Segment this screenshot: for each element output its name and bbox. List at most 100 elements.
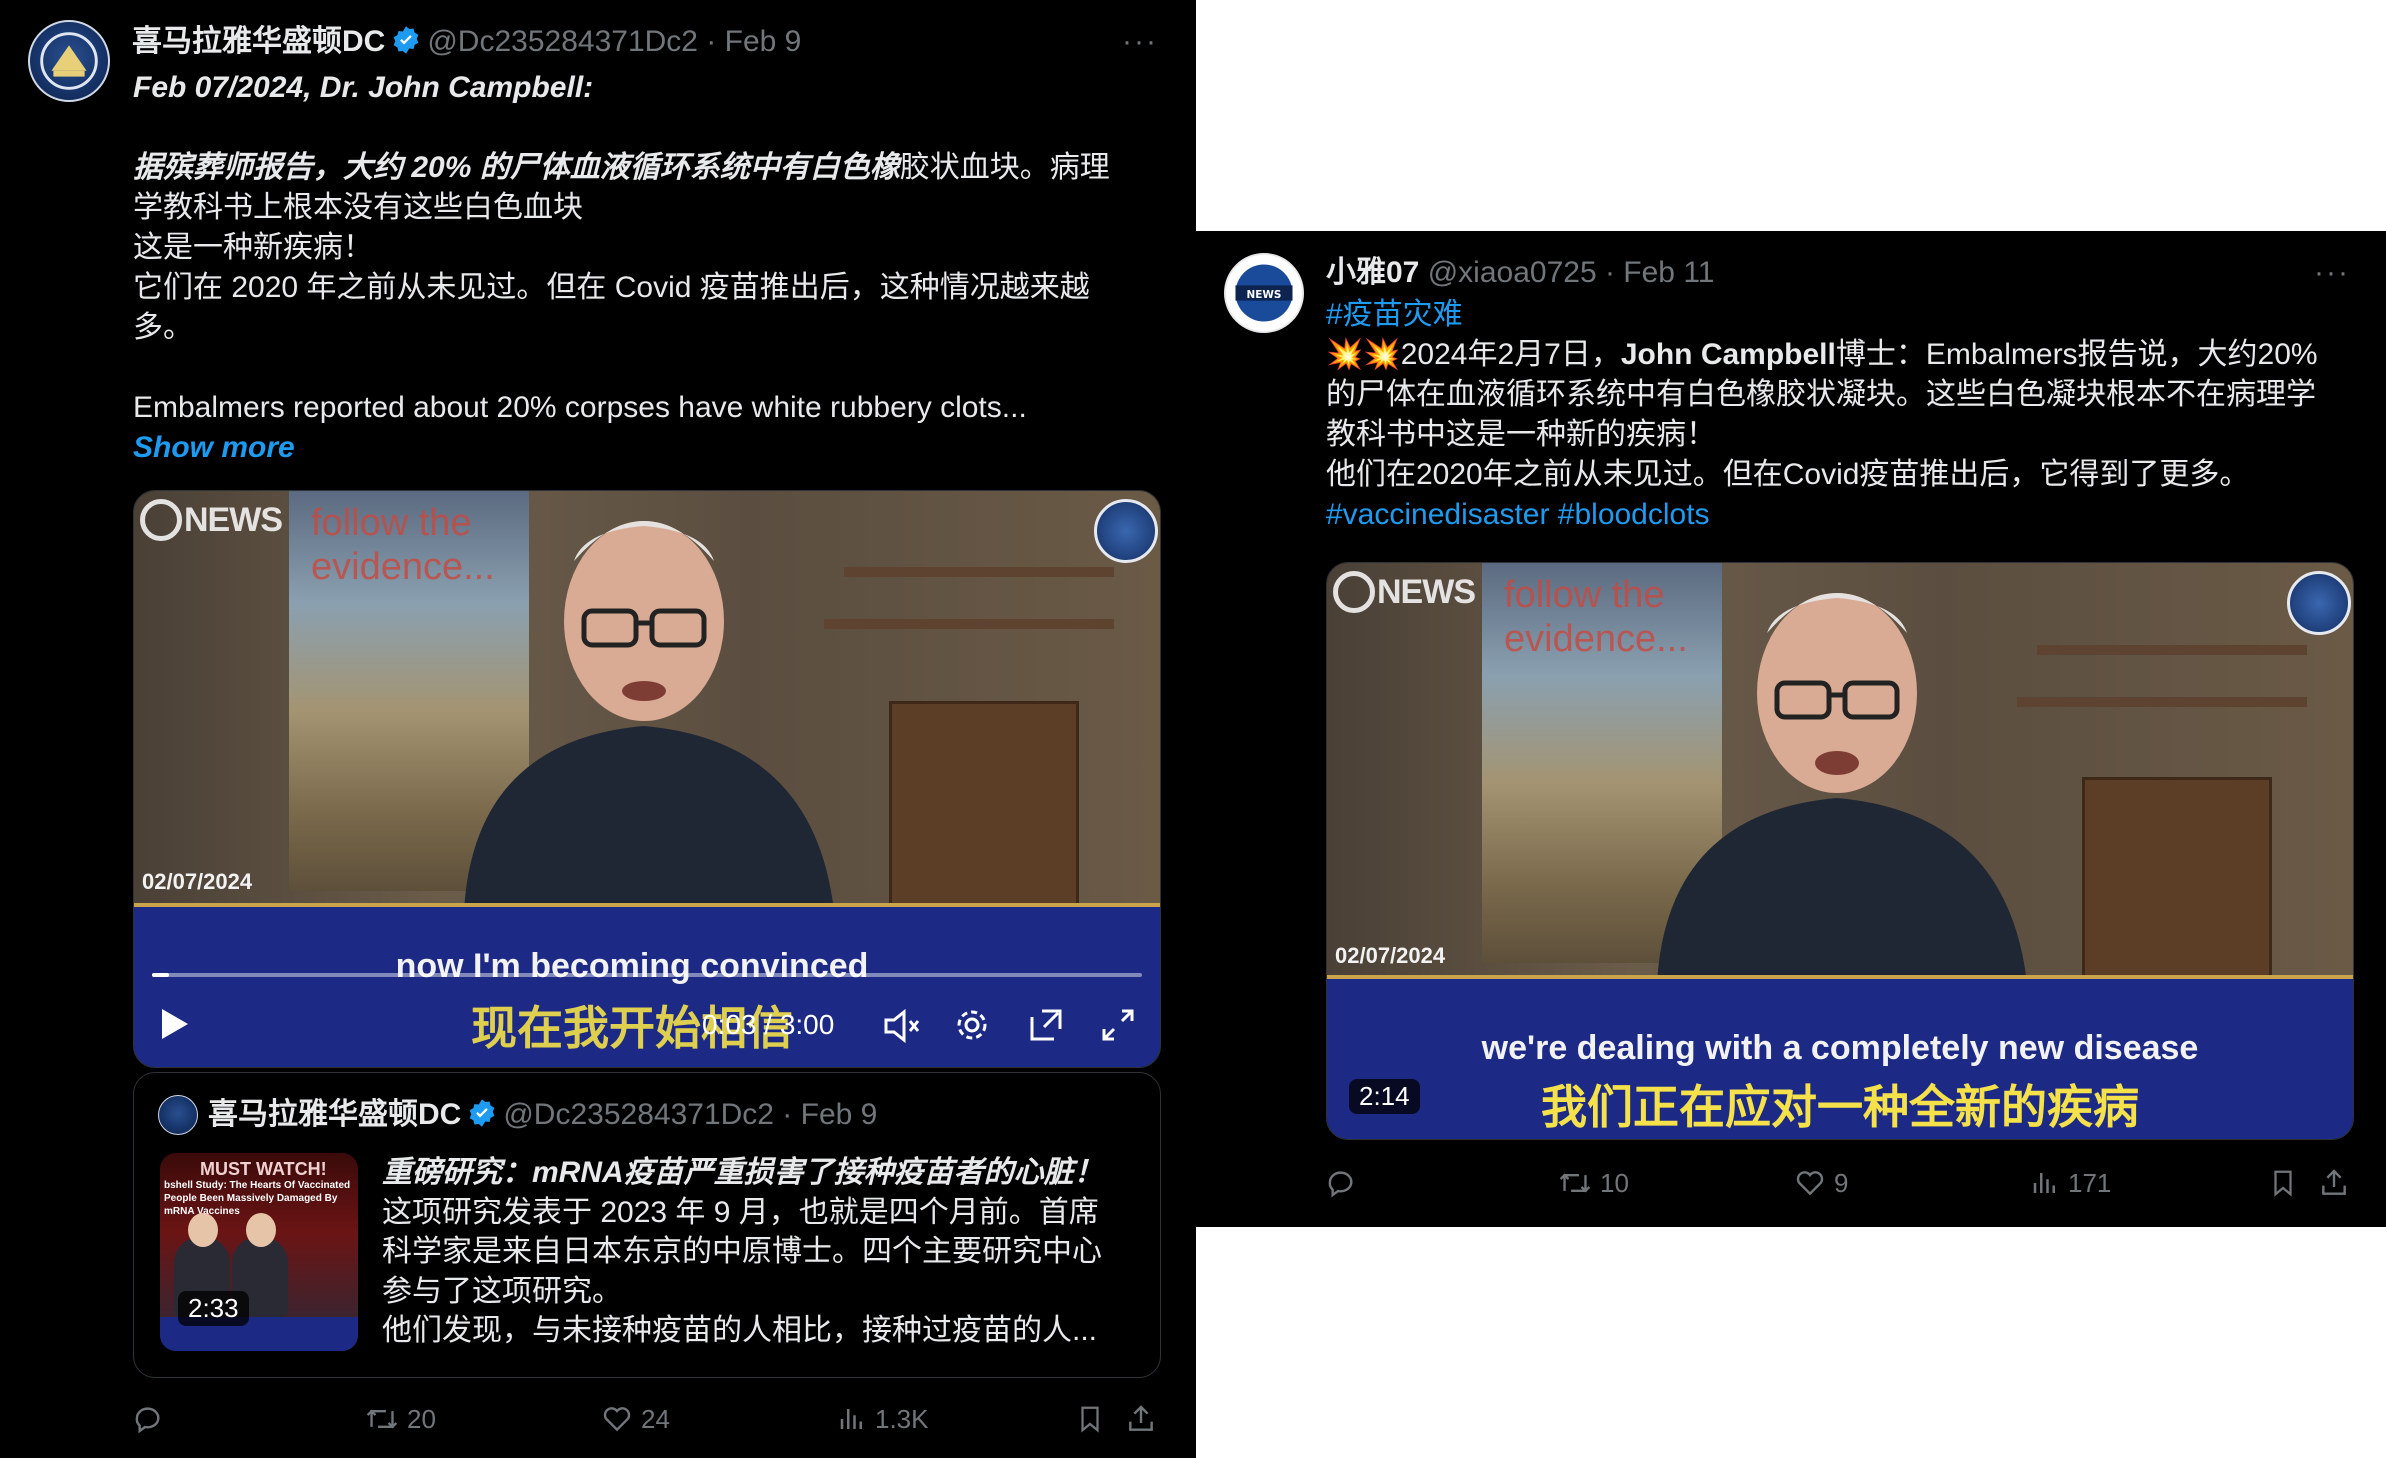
share-button[interactable] — [2318, 1167, 2350, 1199]
retweet-icon — [1559, 1173, 1591, 1193]
quoted-line: 这项研究发表于 2023 年 9 月，也就是四个月前。首席 — [382, 1195, 1099, 1229]
gnews-brand: NEWS — [184, 501, 283, 539]
share-icon — [1129, 1405, 1153, 1431]
bookmark-button[interactable] — [1075, 1403, 1105, 1435]
cabinet — [2082, 777, 2272, 987]
settings-icon[interactable] — [954, 1007, 990, 1050]
views-count: 1.3K — [875, 1403, 929, 1434]
reply-button[interactable] — [1326, 1167, 1366, 1199]
tweet-line: 的尸体在血液循环系统中有白色橡胶状凝块。这些白色凝块根本不在病理学 — [1326, 378, 2316, 411]
gnews-logo: NEWS — [140, 499, 283, 541]
video-controls: 0:03 / 3:00 — [134, 959, 1160, 1067]
video-time: 0:03 / 3:00 — [702, 1009, 835, 1040]
right-tweet[interactable]: NEWS 小雅07 @xiaoa0725 · Feb 11 ··· #疫苗灾难 … — [1196, 231, 2386, 1227]
subtitle-english: we're dealing with a completely new dise… — [1481, 1029, 2199, 1067]
verified-badge-icon — [391, 25, 421, 64]
tweet-line-bold: John Campbell — [1620, 338, 1836, 371]
bookmark-icon — [1081, 1406, 1099, 1433]
retweet-count: 10 — [1600, 1167, 1629, 1198]
tweet-line: 据殡葬师报告，大约 20% 的尸体血液循环系统中有白色橡胶状血块。病理 — [133, 148, 1153, 188]
views-button[interactable]: 1.3K — [837, 1403, 929, 1435]
tweet-line: Embalmers reported about 20% corpses hav… — [133, 391, 1027, 424]
quoted-line: 他们发现，与未接种疫苗的人相比，接种过疫苗的人... — [382, 1314, 1098, 1347]
mute-icon[interactable] — [882, 1008, 922, 1050]
quoted-author-name: 喜马拉雅华盛顿DC — [208, 1098, 462, 1131]
author-avatar[interactable]: NEWS — [1224, 253, 1304, 333]
channel-watermark-icon — [1094, 499, 1158, 563]
like-button[interactable]: 9 — [1794, 1167, 1848, 1199]
video-duration: 2:14 — [1349, 1079, 1420, 1114]
hashtag-links[interactable]: #vaccinedisaster #bloodclots — [1326, 498, 1710, 531]
thumb-title: MUST WATCH! — [200, 1159, 327, 1179]
tweet-text: Feb 07/2024, Dr. John Campbell: 据殡葬师报告，大… — [133, 68, 1153, 468]
bookmark-icon — [2274, 1170, 2292, 1197]
thumb-duration: 2:33 — [178, 1291, 249, 1326]
action-bar: 20 24 1.3K — [133, 1403, 1173, 1443]
tweet-line: Feb 07/2024, Dr. John Campbell: — [133, 71, 594, 104]
progress-fill — [152, 973, 169, 977]
left-tweet[interactable]: 喜马拉雅华盛顿DC @Dc235284371Dc2 · Feb 9 ··· Feb… — [0, 0, 1196, 1458]
share-icon — [2322, 1169, 2346, 1195]
video-date: 02/07/2024 — [142, 869, 253, 894]
tweet-line-plain: 胶状血块。病理 — [899, 151, 1110, 184]
shelf — [844, 567, 1114, 577]
heart-icon — [603, 1407, 631, 1432]
quoted-tweet[interactable]: 喜马拉雅华盛顿DC @Dc235284371Dc2 · Feb 9 MUST WA… — [133, 1072, 1161, 1378]
quoted-line: 科学家是来自日本东京的中原博士。四个主要研究中心 — [382, 1235, 1102, 1268]
handle-and-date[interactable]: @xiaoa0725 · Feb 11 — [1428, 256, 1715, 289]
views-count: 171 — [2068, 1167, 2112, 1198]
handle-and-date[interactable]: @Dc235284371Dc2 · Feb 9 — [427, 25, 801, 58]
quoted-handle-and-date: @Dc235284371Dc2 · Feb 9 — [503, 1098, 878, 1131]
quoted-line: 重磅研究：mRNA疫苗严重损害了接种疫苗者的心脏！ — [382, 1156, 1104, 1189]
tweet-line: 这是一种新疾病！ — [133, 231, 373, 264]
shelf — [824, 619, 1114, 629]
author-name[interactable]: 小雅07 — [1326, 256, 1419, 289]
tweet-line-blank — [133, 348, 1153, 388]
bookmark-button[interactable] — [2268, 1167, 2298, 1199]
video-date: 02/07/2024 — [1335, 943, 1446, 968]
reply-icon — [135, 1407, 160, 1434]
caption-band: we're dealing with a completely new dise… — [1327, 979, 2353, 1139]
play-icon[interactable] — [160, 1007, 190, 1048]
author-name[interactable]: 喜马拉雅华盛顿DC — [132, 25, 385, 58]
tweet-line: 博士：Embalmers报告说，大约20% — [1835, 338, 2318, 371]
share-button[interactable] — [1125, 1403, 1157, 1435]
tweet-text: #疫苗灾难 💥💥2024年2月7日，John Campbell博士：Embalm… — [1326, 295, 2366, 535]
more-options-icon[interactable]: ··· — [2314, 258, 2350, 288]
author-avatar[interactable] — [28, 20, 110, 102]
retweet-button[interactable]: 20 — [365, 1403, 436, 1435]
video-frame: follow the evidence... NEWS 02/07/2024 — [1327, 563, 2353, 987]
quoted-text: 重磅研究：mRNA疫苗严重损害了接种疫苗者的心脏！ 这项研究发表于 2023 年… — [382, 1153, 1142, 1351]
emoji: 💥💥 — [1326, 338, 1401, 371]
quoted-video-thumbnail[interactable]: MUST WATCH! bshell Study: The Hearts Of … — [160, 1153, 358, 1351]
views-icon — [840, 1409, 862, 1429]
tweet-line: 他们在2020年之前从未见过。但在Covid疫苗推出后，它得到了更多。 — [1326, 458, 2250, 491]
like-count: 24 — [641, 1403, 670, 1434]
retweet-count: 20 — [407, 1403, 436, 1434]
svg-text:NEWS: NEWS — [1247, 289, 1282, 301]
fullscreen-icon[interactable] — [1100, 1007, 1136, 1050]
like-button[interactable]: 24 — [601, 1403, 670, 1435]
verified-badge-icon — [467, 1098, 497, 1137]
tweet-line: 学教科书上根本没有这些白色血块 — [133, 191, 583, 224]
retweet-icon — [366, 1409, 398, 1429]
reply-button[interactable] — [133, 1403, 173, 1435]
speaker — [1627, 563, 2047, 983]
tweet-line: 多。 — [133, 311, 193, 344]
video-player[interactable]: follow the evidence... NEWS 02/07/2024 n… — [133, 490, 1161, 1068]
gnews-logo: NEWS — [1333, 571, 1476, 613]
gnews-brand: NEWS — [1377, 573, 1476, 611]
tweet-header: 小雅07 @xiaoa0725 · Feb 11 — [1326, 255, 1714, 291]
quoted-header: 喜马拉雅华盛顿DC @Dc235284371Dc2 · Feb 9 — [208, 1097, 877, 1137]
video-player[interactable]: follow the evidence... NEWS 02/07/2024 w… — [1326, 562, 2354, 1140]
retweet-button[interactable]: 10 — [1558, 1167, 1629, 1199]
quoted-line: 参与了这项研究。 — [382, 1274, 622, 1308]
views-button[interactable]: 171 — [2030, 1167, 2111, 1199]
hashtag-link[interactable]: #疫苗灾难 — [1326, 298, 1463, 331]
pip-icon[interactable] — [1028, 1007, 1064, 1050]
more-options-icon[interactable]: ··· — [1122, 27, 1158, 57]
heart-icon — [1796, 1171, 1824, 1196]
tweet-line: 它们在 2020 年之前从未见过。但在 Covid 疫苗推出后，这种情况越来越 — [133, 271, 1090, 304]
show-more-link[interactable]: Show more — [133, 428, 1153, 468]
progress-bar[interactable] — [152, 973, 1142, 977]
